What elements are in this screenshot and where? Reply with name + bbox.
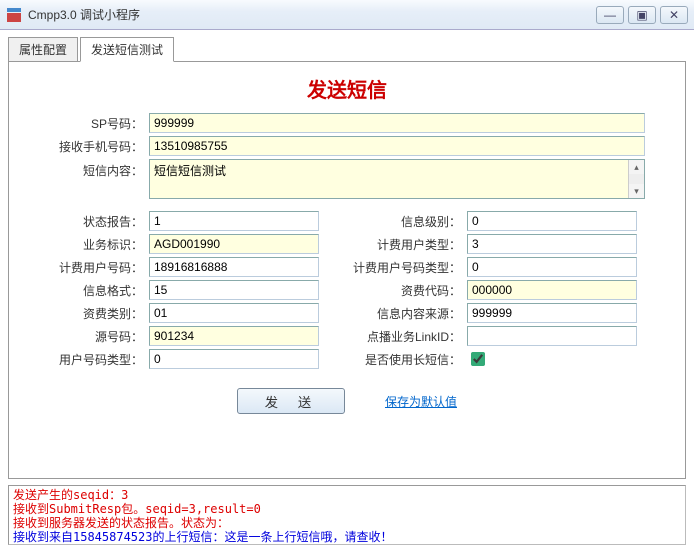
usernumtype-input[interactable]: [149, 349, 319, 369]
save-default-link[interactable]: 保存为默认值: [385, 393, 457, 410]
content-scrollbar[interactable]: ▴ ▾: [628, 160, 644, 198]
label-msgfmt: 信息格式：: [19, 282, 149, 299]
label-phone: 接收手机号码：: [19, 138, 149, 155]
tab-send-test[interactable]: 发送短信测试: [80, 37, 174, 62]
linkid-input[interactable]: [467, 326, 637, 346]
label-infolevel: 信息级别：: [347, 213, 467, 230]
page-title: 发送短信: [19, 74, 675, 103]
app-icon: [6, 7, 22, 23]
uselong-checkbox[interactable]: [471, 352, 485, 366]
content-textarea[interactable]: 短信短信测试 ▴ ▾: [149, 159, 645, 199]
feeusertype-input[interactable]: [467, 234, 637, 254]
close-button[interactable]: ✕: [660, 6, 688, 24]
tab-pane-send: 发送短信 SP号码： 接收手机号码： 短信内容： 短信短信测试 ▴ ▾ 状态报告…: [8, 61, 686, 479]
log-line: 接收到SubmitResp包。seqid=3,result=0: [13, 502, 261, 516]
label-biz: 业务标识：: [19, 236, 149, 253]
label-feeuser: 计费用户号码：: [19, 259, 149, 276]
label-feecode: 资费代码：: [347, 282, 467, 299]
titlebar: Cmpp3.0 调试小程序 — ▣ ✕: [0, 0, 694, 30]
scroll-up-icon[interactable]: ▴: [629, 160, 644, 174]
infosrc-input[interactable]: [467, 303, 637, 323]
label-sp: SP号码：: [19, 115, 149, 132]
feeuser-input[interactable]: [149, 257, 319, 277]
maximize-button[interactable]: ▣: [628, 6, 656, 24]
feeusernumtype-input[interactable]: [467, 257, 637, 277]
label-status: 状态报告：: [19, 213, 149, 230]
label-usernumtype: 用户号码类型：: [19, 351, 149, 368]
send-button[interactable]: 发 送: [237, 388, 345, 414]
tab-strip: 属性配置 发送短信测试: [8, 37, 686, 62]
label-uselong: 是否使用长短信：: [347, 351, 467, 368]
log-line: 接收到来自15845874523的上行短信：这是一条上行短信哦，请查收！: [13, 530, 392, 544]
biz-input[interactable]: [149, 234, 319, 254]
minimize-button[interactable]: —: [596, 6, 624, 24]
log-output[interactable]: 发送产生的seqid：3 接收到SubmitResp包。seqid=3,resu…: [8, 485, 686, 545]
status-input[interactable]: [149, 211, 319, 231]
tab-config[interactable]: 属性配置: [8, 37, 78, 62]
log-line: 接收到服务器发送的状态报告。状态为：: [13, 516, 229, 530]
feecode-input[interactable]: [467, 280, 637, 300]
feetype-input[interactable]: [149, 303, 319, 323]
label-content: 短信内容：: [19, 159, 149, 179]
sp-input[interactable]: [149, 113, 645, 133]
label-linkid: 点播业务LinkID：: [347, 328, 467, 345]
label-feeusernumtype: 计费用户号码类型：: [347, 259, 467, 276]
label-infosrc: 信息内容来源：: [347, 305, 467, 322]
window-title: Cmpp3.0 调试小程序: [28, 6, 592, 23]
content-text: 短信短信测试: [150, 160, 628, 198]
infolevel-input[interactable]: [467, 211, 637, 231]
src-input[interactable]: [149, 326, 319, 346]
phone-input[interactable]: [149, 136, 645, 156]
label-feetype: 资费类别：: [19, 305, 149, 322]
log-line: 发送产生的seqid：3: [13, 488, 128, 502]
scroll-down-icon[interactable]: ▾: [629, 184, 644, 198]
label-src: 源号码：: [19, 328, 149, 345]
msgfmt-input[interactable]: [149, 280, 319, 300]
label-feeusertype: 计费用户类型：: [347, 236, 467, 253]
